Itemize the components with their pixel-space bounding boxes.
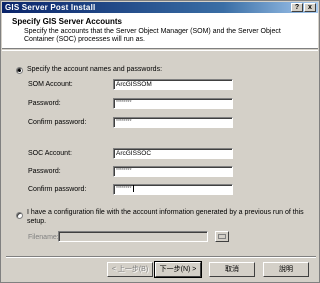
- folder-icon: [218, 234, 226, 239]
- title-bar: GIS Server Post Install ? x: [2, 2, 318, 13]
- som-confirm-password-label: Confirm password:: [28, 119, 87, 126]
- help-title-button[interactable]: ?: [291, 3, 303, 12]
- soc-confirm-password-label: Confirm password:: [28, 186, 87, 193]
- som-account-label: SOM Account:: [28, 81, 73, 88]
- som-password-input[interactable]: ********: [113, 98, 233, 109]
- page-description: Specify the accounts that the Server Obj…: [24, 28, 281, 43]
- som-confirm-password-input[interactable]: ********: [113, 117, 233, 128]
- browse-button[interactable]: [215, 231, 229, 242]
- som-password-label: Password:: [28, 100, 61, 107]
- filename-label: Filename:: [28, 234, 59, 241]
- header-panel: Specify GIS Server Accounts Specify the …: [2, 13, 318, 49]
- config-file-label: I have a configuration file with the acc…: [27, 209, 304, 225]
- next-button[interactable]: 下一步(N) >: [154, 261, 202, 278]
- soc-password-label: Password:: [28, 168, 61, 175]
- back-button[interactable]: < 上一步(B): [107, 262, 153, 277]
- specify-accounts-radio[interactable]: [16, 67, 23, 74]
- window-title: GIS Server Post Install: [5, 3, 96, 12]
- button-separator: [6, 256, 316, 258]
- dialog-window: GIS Server Post Install ? x Specify GIS …: [0, 0, 320, 283]
- soc-account-label: SOC Account:: [28, 150, 72, 157]
- filename-input[interactable]: [58, 231, 208, 242]
- page-title: Specify GIS Server Accounts: [12, 17, 122, 26]
- help-button[interactable]: 說明: [263, 262, 309, 277]
- config-file-radio[interactable]: [16, 212, 23, 219]
- header-divider: [2, 50, 318, 51]
- cancel-button[interactable]: 取消: [209, 262, 255, 277]
- soc-account-input[interactable]: ArcGISSOC: [113, 148, 233, 159]
- soc-confirm-password-value: ********: [116, 186, 132, 192]
- som-account-input[interactable]: ArcGISSOM: [113, 79, 233, 90]
- soc-password-input[interactable]: ********: [113, 166, 233, 177]
- close-button[interactable]: x: [304, 3, 316, 12]
- soc-confirm-password-input[interactable]: ********: [113, 184, 233, 195]
- specify-accounts-label: Specify the account names and passwords:: [27, 66, 163, 73]
- text-caret: [132, 185, 134, 193]
